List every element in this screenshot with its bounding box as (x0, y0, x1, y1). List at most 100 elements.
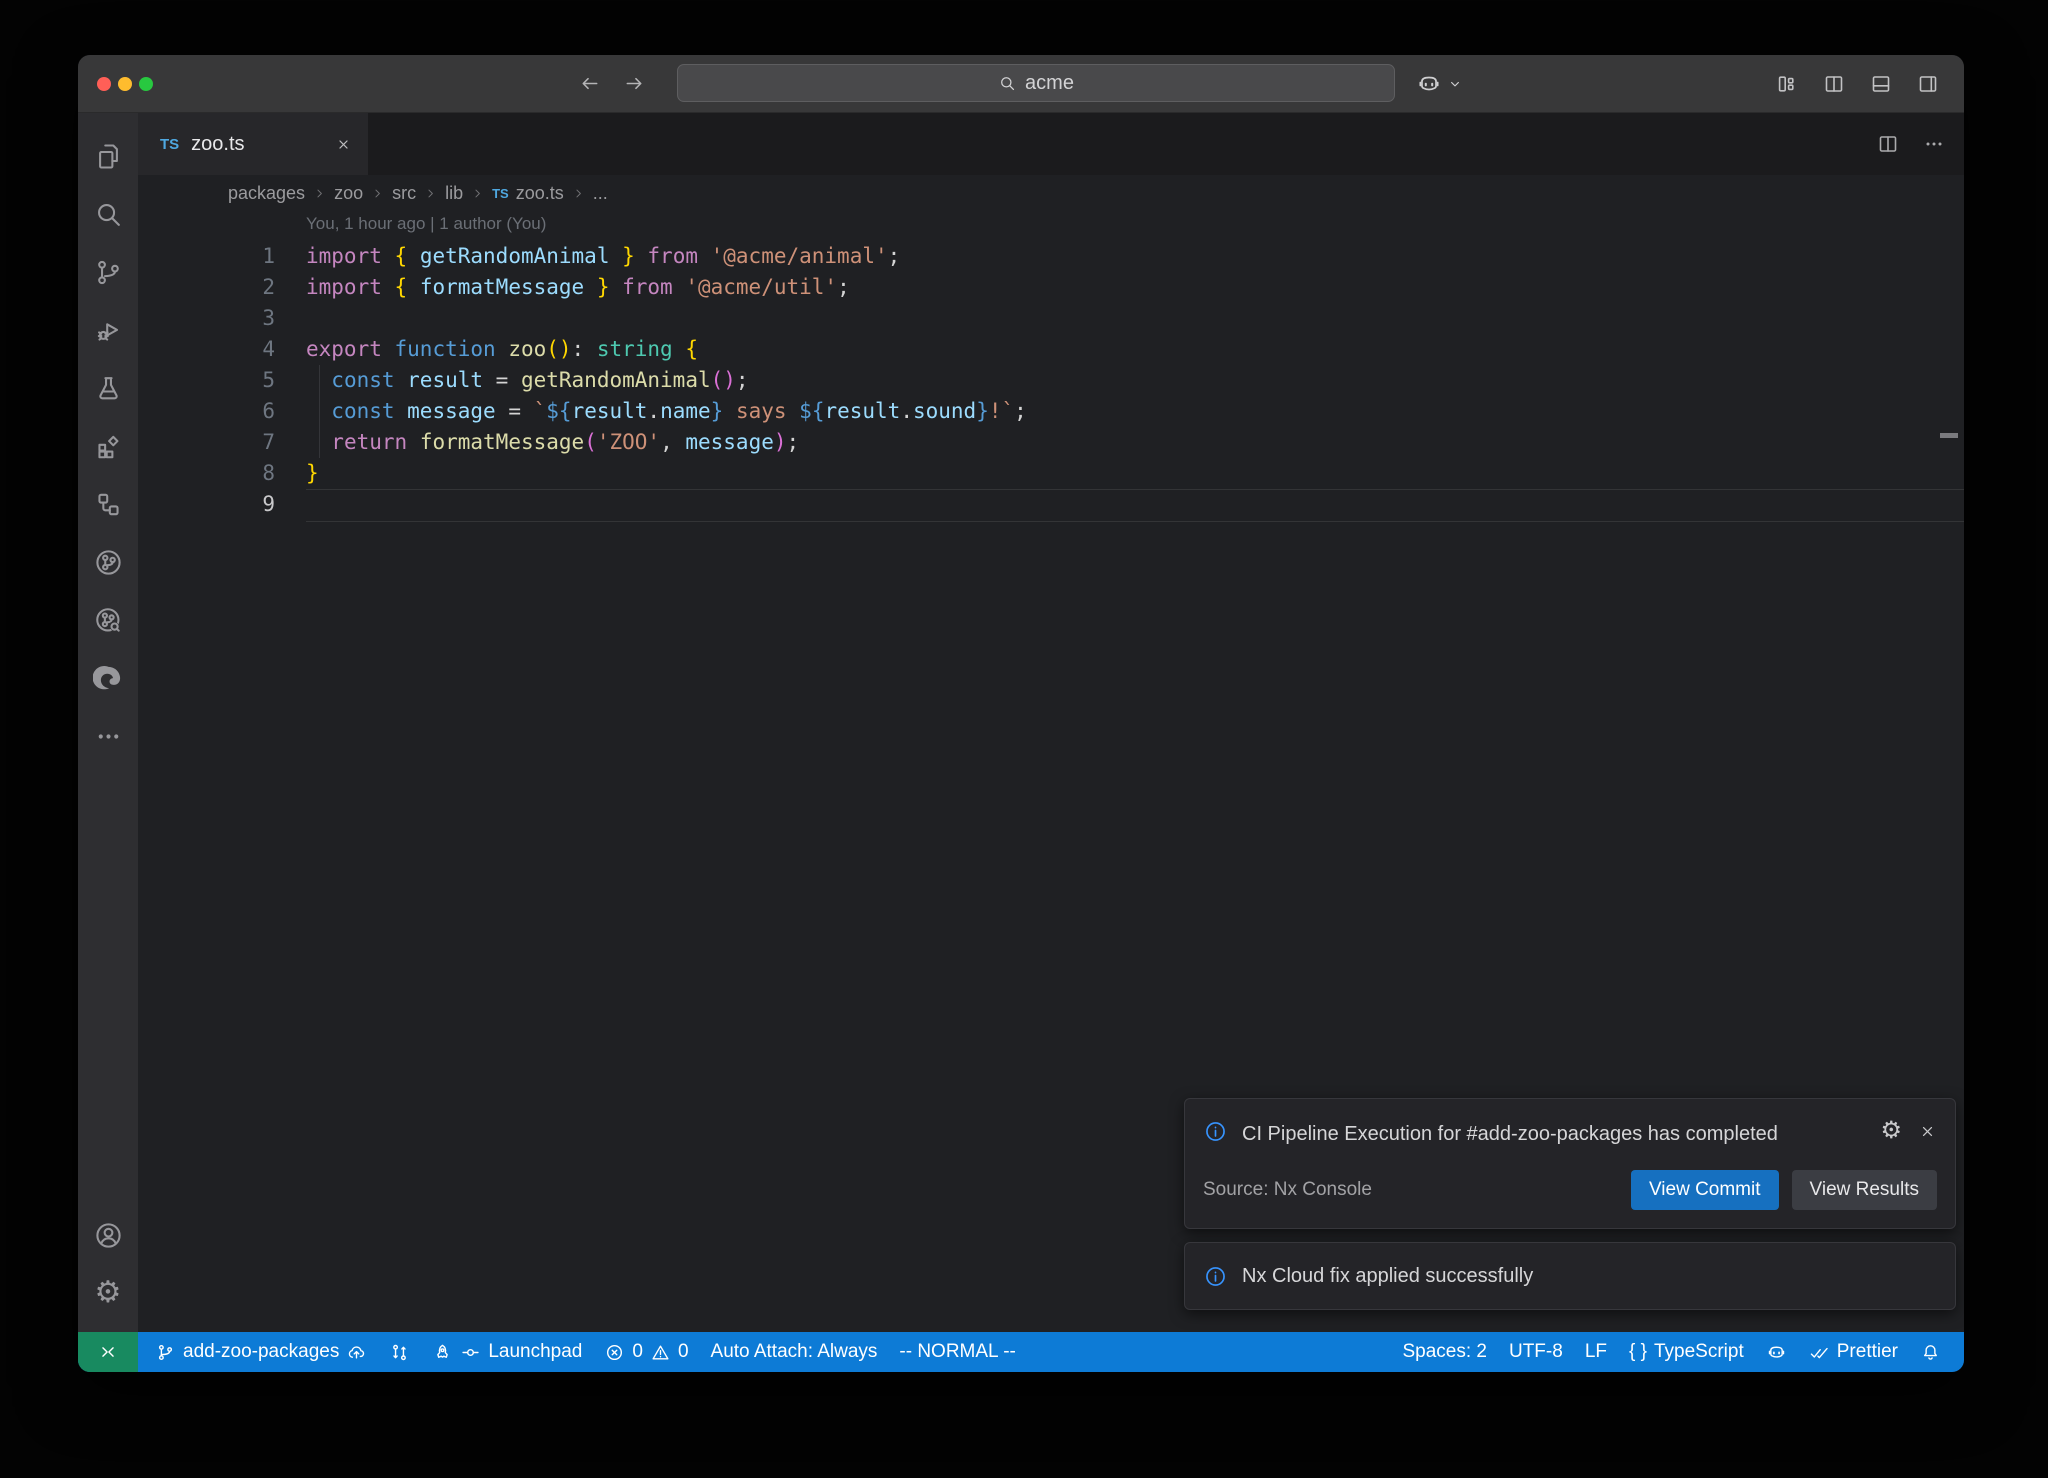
toggle-secondary-sidebar-icon[interactable] (1916, 72, 1940, 96)
minimize-window-button[interactable] (118, 77, 132, 91)
close-notification-icon[interactable] (1918, 1122, 1937, 1141)
activity-item-account[interactable] (78, 1206, 138, 1264)
titlebar: acme (78, 55, 1964, 113)
chevron-down-icon (1446, 75, 1464, 93)
remote-indicator[interactable] (78, 1332, 138, 1372)
search-icon (998, 74, 1017, 93)
activity-item-explorer[interactable] (78, 127, 138, 185)
status-item-compare-changes[interactable] (378, 1332, 421, 1372)
code-line: 1import { getRandomAnimal } from '@acme/… (138, 241, 1964, 272)
copilot-menu[interactable] (1416, 55, 1464, 112)
status-item-auto-attach[interactable]: Auto Attach: Always (700, 1332, 889, 1372)
copilot-icon (1416, 71, 1442, 97)
code-line: 2import { formatMessage } from '@acme/ut… (138, 272, 1964, 303)
toggle-sidebar-icon[interactable] (1822, 72, 1846, 96)
breadcrumb-item-zoo[interactable]: zoo (334, 183, 363, 204)
status-item-indentation[interactable]: Spaces: 2 (1391, 1332, 1498, 1372)
typescript-file-icon: TS (160, 136, 179, 153)
source-control-icon (93, 257, 124, 288)
status-label: Auto Attach: Always (711, 1332, 878, 1372)
editor-group: TS zoo.ts packages zoo src lib TS zoo.ts... Y… (138, 113, 1964, 1332)
zoom-window-button[interactable] (139, 77, 153, 91)
status-item-eol[interactable]: LF (1574, 1332, 1618, 1372)
breadcrumb-item--[interactable]: ... (593, 183, 608, 204)
status-label: -- NORMAL -- (899, 1332, 1015, 1372)
typescript-file-icon: TS (492, 186, 509, 201)
copilot-icon (1766, 1342, 1787, 1363)
breadcrumb-label: lib (445, 183, 463, 204)
breadcrumb-label: zoo.ts (516, 183, 564, 204)
status-item-problems[interactable]: 00 (593, 1332, 699, 1372)
breadcrumb-label: src (392, 183, 416, 204)
compare-icon (389, 1342, 410, 1363)
line-number: 9 (138, 489, 275, 520)
go-back-icon[interactable] (578, 72, 601, 95)
testing-icon (93, 373, 124, 404)
view-results-button[interactable]: View Results (1792, 1170, 1937, 1210)
status-label: Launchpad (488, 1332, 582, 1372)
status-item-vim-mode[interactable]: -- NORMAL -- (888, 1332, 1026, 1372)
activity-bar: ⚙ (78, 113, 138, 1332)
edge-icon (93, 663, 124, 694)
breadcrumb: packages zoo src lib TS zoo.ts... (138, 175, 1964, 211)
breadcrumb-separator-icon (312, 186, 327, 201)
layout-controls (1775, 55, 1940, 112)
toggle-panel-icon[interactable] (1869, 72, 1893, 96)
code-line: 4export function zoo(): string { (138, 334, 1964, 365)
breadcrumb-label: ... (593, 183, 608, 204)
tab-bar: TS zoo.ts (138, 113, 1964, 175)
activity-item-search[interactable] (78, 185, 138, 243)
notification-source: Source: Nx Console (1203, 1179, 1372, 1201)
notification-toast-nx-cloud: Nx Cloud fix applied successfully (1184, 1242, 1956, 1310)
breadcrumb-separator-icon (370, 186, 385, 201)
breadcrumb-item-packages[interactable]: packages (228, 183, 305, 204)
breadcrumb-label: packages (228, 183, 305, 204)
status-item-language[interactable]: { }TypeScript (1618, 1332, 1755, 1372)
activity-item-settings[interactable]: ⚙ (78, 1264, 138, 1322)
notification-message: CI Pipeline Execution for #add-zoo-packa… (1242, 1119, 1807, 1150)
run-debug-icon (93, 315, 124, 346)
notification-settings-icon[interactable]: ⚙ (1880, 1119, 1902, 1143)
screenshot-stage: acme ⚙ TS (0, 0, 2048, 1478)
activity-item-edge[interactable] (78, 649, 138, 707)
activity-item-extensions[interactable] (78, 417, 138, 475)
status-bar: add-zoo-packages Launchpad 00 Auto Attach: … (78, 1332, 1964, 1372)
status-item-prettier[interactable]: Prettier (1798, 1332, 1909, 1372)
line-number: 2 (138, 272, 275, 303)
status-label: LF (1585, 1332, 1607, 1372)
go-forward-icon[interactable] (623, 72, 646, 95)
status-label: Spaces: 2 (1402, 1332, 1487, 1372)
close-window-button[interactable] (97, 77, 111, 91)
info-icon (1203, 1264, 1228, 1289)
error-icon (604, 1342, 625, 1363)
tab-zoo-ts[interactable]: TS zoo.ts (138, 113, 368, 175)
breadcrumb-item-lib[interactable]: lib (445, 183, 463, 204)
activity-item-run-debug[interactable] (78, 301, 138, 359)
remote-icon (97, 1341, 119, 1363)
status-item-notifications-bell[interactable] (1909, 1332, 1952, 1372)
view-commit-button[interactable]: View Commit (1631, 1170, 1779, 1210)
status-item-encoding[interactable]: UTF-8 (1498, 1332, 1574, 1372)
code-line: 3 (138, 303, 1964, 334)
account-icon (93, 1220, 124, 1251)
close-tab-icon[interactable] (335, 136, 352, 153)
activity-item-testing[interactable] (78, 359, 138, 417)
status-item-launchpad[interactable]: Launchpad (421, 1332, 593, 1372)
more-actions-icon[interactable] (1922, 132, 1946, 156)
overview-ruler-mark (1940, 433, 1958, 438)
activity-item-gitlens[interactable] (78, 533, 138, 591)
breadcrumb-separator-icon (571, 186, 586, 201)
activity-item-gitlens-inspect[interactable] (78, 591, 138, 649)
customize-layout-icon[interactable] (1775, 72, 1799, 96)
activity-item-source-control[interactable] (78, 243, 138, 301)
command-center-search[interactable]: acme (677, 64, 1395, 102)
activity-item-hierarchy[interactable] (78, 475, 138, 533)
explorer-icon (93, 141, 124, 172)
git-blame-annotation: You, 1 hour ago | 1 author (You) (138, 211, 1964, 241)
breadcrumb-item-zoo-ts[interactable]: TS zoo.ts (492, 183, 564, 204)
status-item-copilot-status[interactable] (1755, 1332, 1798, 1372)
activity-item-more[interactable] (78, 707, 138, 765)
status-item-branch[interactable]: add-zoo-packages (144, 1332, 378, 1372)
split-editor-icon[interactable] (1876, 132, 1900, 156)
breadcrumb-item-src[interactable]: src (392, 183, 416, 204)
